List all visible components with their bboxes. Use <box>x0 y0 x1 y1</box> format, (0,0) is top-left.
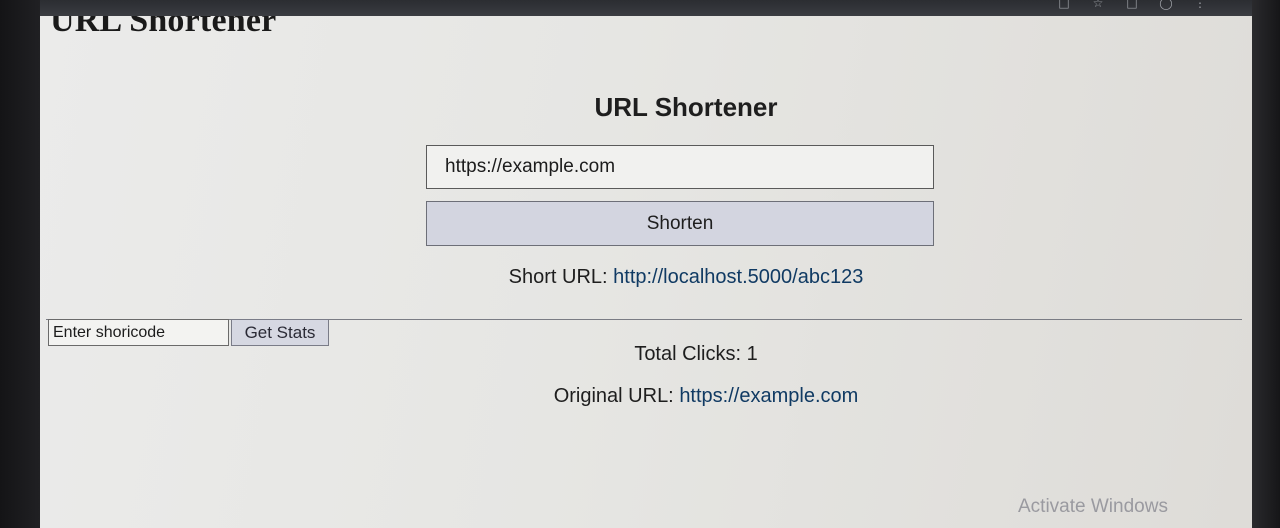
original-url: Original URL: https://example.com <box>486 385 926 408</box>
monitor-bezel-right <box>1252 0 1280 528</box>
get-stats-button[interactable]: Get Stats <box>231 319 329 346</box>
url-input[interactable] <box>426 145 934 189</box>
profile-icon[interactable]: ◯ <box>1158 0 1174 9</box>
shortener-heading: URL Shortener <box>594 92 778 122</box>
shorten-button[interactable]: Shorten <box>426 201 934 246</box>
monitor-bezel-left <box>0 0 40 528</box>
more-icon[interactable]: ⋮ <box>1192 0 1208 9</box>
activate-windows-watermark: Activate Windows <box>1018 496 1168 517</box>
total-clicks-value: 1 <box>746 343 758 365</box>
short-url-result: Short URL: http://localhost.5000/abc123 <box>426 266 946 289</box>
browser-toolbar-icons: □ ☆ □ ◯ ⋮ <box>1056 0 1208 9</box>
short-url-label: Short URL: <box>508 266 614 288</box>
original-url-label: Original URL: <box>553 385 680 407</box>
browser-toolbar: □ ☆ □ ◯ ⋮ <box>40 0 1252 16</box>
panel-icon[interactable]: □ <box>1124 0 1140 9</box>
page-title: URL Shortener <box>50 16 277 39</box>
original-url-link[interactable]: https://example.com <box>679 385 858 407</box>
total-clicks: Total Clicks: 1 <box>506 343 886 366</box>
square-icon[interactable]: □ <box>1056 0 1072 9</box>
page-viewport: URL Shortener URL Shortener Shorten Shor… <box>40 16 1252 528</box>
short-url-link[interactable]: http://localhost.5000/abc123 <box>613 266 863 288</box>
shortcode-input[interactable] <box>48 319 229 346</box>
total-clicks-label: Total Clicks: <box>634 343 747 365</box>
star-icon[interactable]: ☆ <box>1090 0 1106 9</box>
